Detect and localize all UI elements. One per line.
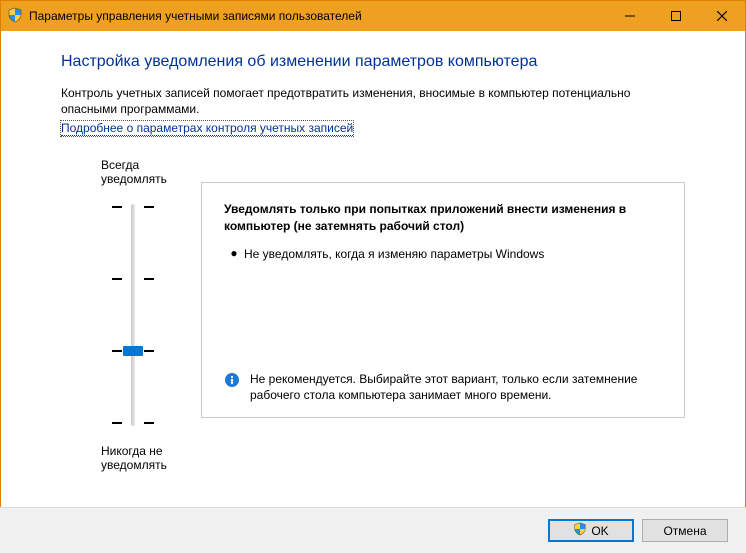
slider-tick: [112, 422, 122, 424]
cancel-button-label: Отмена: [663, 524, 706, 538]
slider-thumb[interactable]: [123, 346, 143, 356]
ok-button[interactable]: OK: [548, 519, 634, 542]
level-description-panel: Уведомлять только при попытках приложени…: [201, 182, 685, 418]
slider-tick: [112, 206, 122, 208]
window-controls: [607, 1, 745, 31]
info-icon: [224, 372, 240, 391]
level-title: Уведомлять только при попытках приложени…: [224, 201, 662, 233]
slider-tick: [144, 206, 154, 208]
titlebar: Параметры управления учетными записями п…: [1, 1, 745, 31]
window-title: Параметры управления учетными записями п…: [29, 9, 607, 23]
shield-icon: [573, 522, 587, 539]
maximize-button[interactable]: [653, 1, 699, 31]
close-button[interactable]: [699, 1, 745, 31]
ok-button-label: OK: [591, 524, 608, 538]
content-area: Настройка уведомления об изменении парам…: [1, 31, 745, 482]
slider-tick: [144, 278, 154, 280]
slider-bottom-label: Никогда не уведомлять: [101, 444, 201, 472]
slider-track[interactable]: [131, 204, 135, 426]
cancel-button[interactable]: Отмена: [642, 519, 728, 542]
slider-tick: [144, 422, 154, 424]
slider-top-label: Всегда уведомлять: [101, 158, 201, 186]
slider-tick: [112, 350, 122, 352]
description-text: Контроль учетных записей помогает предот…: [61, 85, 685, 117]
dialog-footer: OK Отмена: [0, 507, 746, 553]
level-bullet-text: Не уведомлять, когда я изменяю параметры…: [244, 246, 662, 262]
learn-more-link[interactable]: Подробнее о параметрах контроля учетных …: [61, 121, 353, 136]
page-heading: Настройка уведомления об изменении парам…: [61, 53, 685, 71]
bullet-icon: ●: [224, 246, 244, 262]
minimize-button[interactable]: [607, 1, 653, 31]
recommendation-text: Не рекомендуется. Выбирайте этот вариант…: [250, 371, 662, 403]
slider-tick: [112, 278, 122, 280]
shield-icon: [7, 7, 23, 26]
notification-slider[interactable]: Всегда уведомлять Никогда не уведомлять: [61, 158, 201, 472]
slider-tick: [144, 350, 154, 352]
